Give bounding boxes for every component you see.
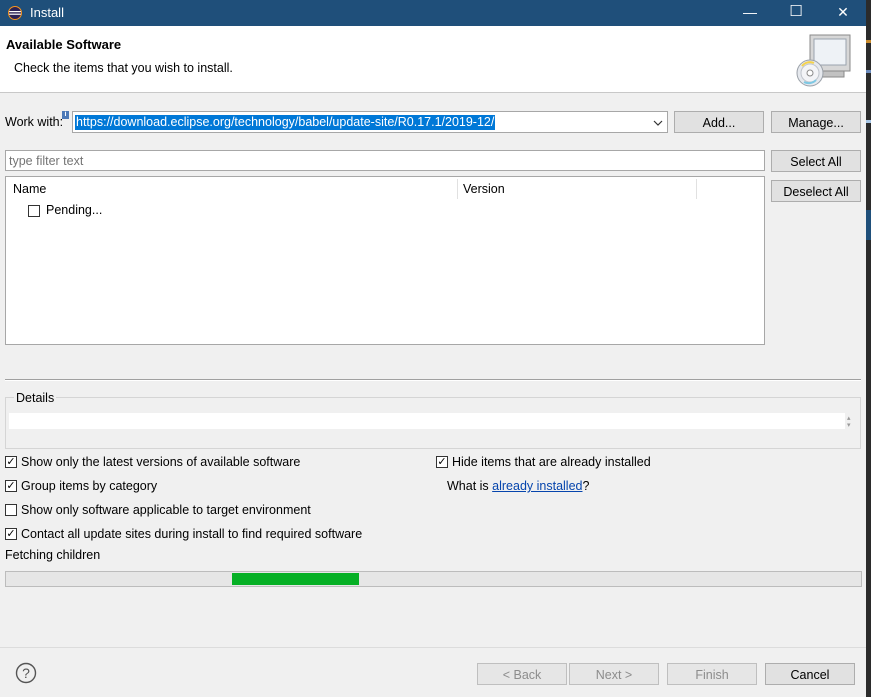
title-bar[interactable]: Install — ☐ ✕: [0, 0, 866, 26]
details-group: Details ▴ ▾: [5, 391, 861, 449]
help-icon[interactable]: ?: [15, 662, 37, 684]
group-by-category-label[interactable]: Group items by category: [21, 479, 157, 493]
hide-installed-checkbox[interactable]: ✓: [436, 456, 448, 468]
show-applicable-checkbox[interactable]: [5, 504, 17, 516]
what-is-prefix: What is: [447, 479, 493, 493]
select-all-button[interactable]: Select All: [771, 150, 861, 172]
separator: [5, 379, 861, 381]
work-with-combo[interactable]: https://download.eclipse.org/technology/…: [72, 111, 668, 133]
svg-text:?: ?: [22, 665, 30, 681]
maximize-button[interactable]: ☐: [773, 0, 819, 26]
chevron-down-icon[interactable]: [653, 117, 663, 127]
row-checkbox[interactable]: [28, 205, 40, 217]
already-installed-link[interactable]: already installed: [492, 479, 582, 493]
column-header-name[interactable]: Name: [13, 182, 46, 196]
show-latest-checkbox[interactable]: ✓: [5, 456, 17, 468]
work-with-url[interactable]: https://download.eclipse.org/technology/…: [75, 115, 496, 130]
back-button[interactable]: < Back: [477, 663, 567, 685]
finish-button[interactable]: Finish: [667, 663, 757, 685]
install-wizard-icon: [794, 32, 854, 88]
eclipse-icon: [8, 6, 22, 20]
deselect-all-button[interactable]: Deselect All: [771, 180, 861, 202]
column-divider: [457, 179, 458, 199]
hide-installed-label[interactable]: Hide items that are already installed: [452, 455, 651, 469]
row-name: Pending...: [46, 203, 103, 217]
background-window-edge: [866, 0, 871, 697]
add-button[interactable]: Add...: [674, 111, 764, 133]
group-by-category-checkbox[interactable]: ✓: [5, 480, 17, 492]
footer-separator: [0, 647, 866, 648]
show-applicable-label[interactable]: Show only software applicable to target …: [21, 503, 311, 517]
info-icon: i: [62, 111, 69, 119]
what-is-installed: What is already installed?: [447, 479, 589, 493]
table-row[interactable]: Pending...: [6, 201, 764, 221]
work-with-label: Work with:: [5, 115, 64, 129]
close-button[interactable]: ✕: [820, 0, 866, 26]
scroll-arrows-icon[interactable]: ▴ ▾: [847, 415, 855, 429]
manage-button[interactable]: Manage...: [771, 111, 861, 133]
column-header-version[interactable]: Version: [463, 182, 505, 196]
minimize-button[interactable]: —: [727, 0, 773, 26]
details-text-area[interactable]: [9, 413, 845, 429]
dialog-header: Available Software Check the items that …: [0, 26, 866, 93]
next-button[interactable]: Next >: [569, 663, 659, 685]
progress-bar: [5, 571, 862, 587]
status-text: Fetching children: [5, 548, 101, 562]
filter-input[interactable]: [5, 150, 765, 171]
page-subtitle: Check the items that you wish to install…: [14, 61, 233, 75]
table-header: Name Version: [6, 177, 764, 201]
contact-sites-checkbox[interactable]: ✓: [5, 528, 17, 540]
show-latest-label[interactable]: Show only the latest versions of availab…: [21, 455, 300, 469]
details-label: Details: [14, 391, 57, 405]
column-divider: [696, 179, 697, 199]
progress-indicator: [232, 573, 359, 585]
what-is-suffix: ?: [582, 479, 590, 493]
cancel-button[interactable]: Cancel: [765, 663, 855, 685]
software-table[interactable]: Name Version Pending...: [5, 176, 765, 345]
contact-sites-label[interactable]: Contact all update sites during install …: [21, 527, 362, 541]
page-title: Available Software: [6, 37, 122, 52]
window-title: Install: [30, 5, 64, 20]
